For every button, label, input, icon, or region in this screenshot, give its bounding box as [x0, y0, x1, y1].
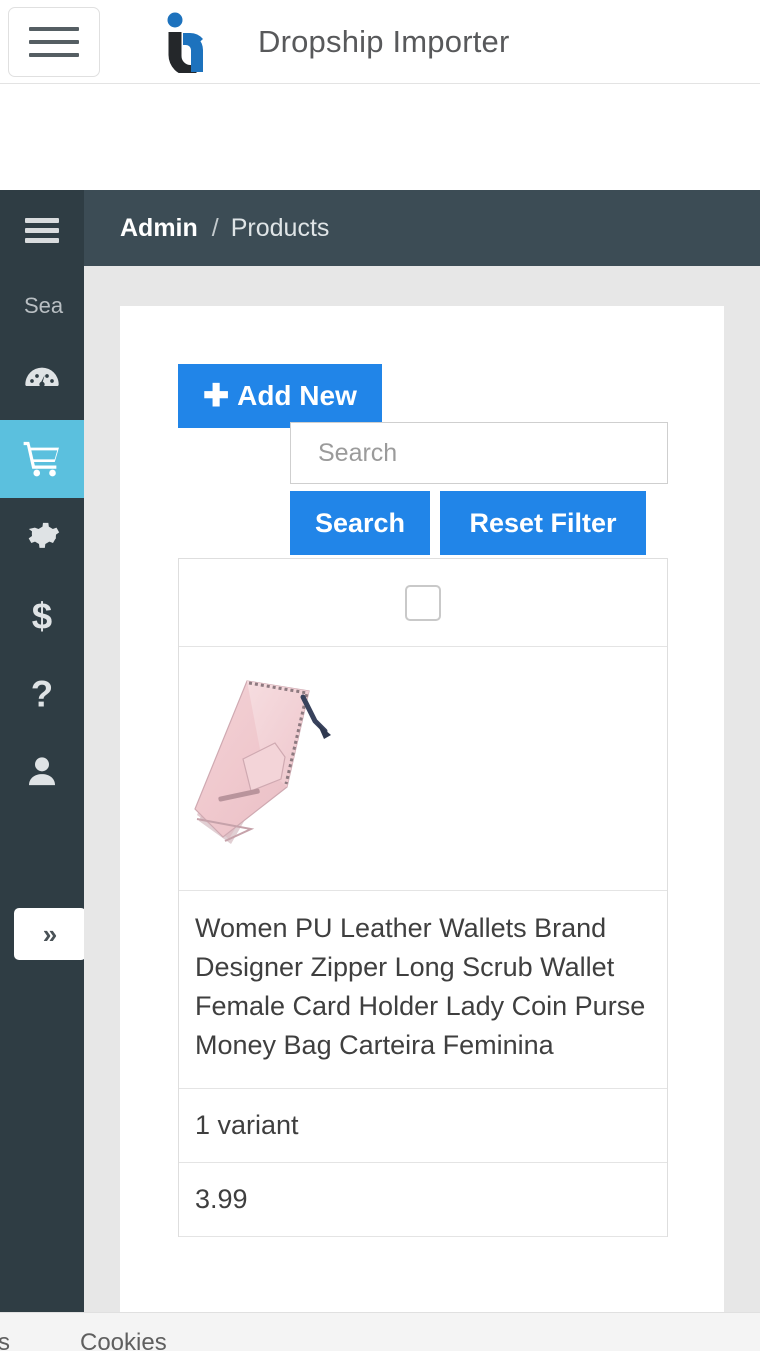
hamburger-icon-bar [25, 237, 59, 243]
sidebar-search-input[interactable]: Sea [0, 270, 84, 342]
dashboard-gauge-icon [22, 361, 62, 401]
sidebar-expand-button[interactable]: » [14, 908, 84, 960]
search-button[interactable]: Search [290, 491, 430, 555]
footer-cookies-link[interactable]: Cookies [80, 1329, 167, 1351]
products-panel: ✚ Add New Search Reset Filter [120, 306, 724, 1312]
svg-text:$: $ [32, 595, 52, 635]
table-row-product-price: 3.99 [179, 1162, 667, 1237]
header-menu-button[interactable] [8, 6, 100, 77]
add-new-button[interactable]: ✚ Add New [178, 364, 382, 428]
app-header: Dropship Importer [0, 0, 760, 84]
sidebar-item-dashboard[interactable] [0, 342, 84, 420]
gear-icon [22, 517, 62, 557]
footer-bar: its Cookies [0, 1312, 760, 1351]
table-row-product-title: Women PU Leather Wallets Brand Designer … [179, 891, 667, 1089]
products-table: Women PU Leather Wallets Brand Designer … [178, 558, 668, 1237]
hamburger-icon-bar [29, 39, 79, 44]
sidebar-toggle-button[interactable] [0, 190, 84, 270]
header-spacer [0, 84, 760, 190]
table-row-product-variants: 1 variant [179, 1088, 667, 1163]
reset-filter-button[interactable]: Reset Filter [440, 491, 646, 555]
table-header-row [179, 559, 667, 647]
app-title: Dropship Importer [258, 23, 510, 59]
main-content: Admin / Products ✚ Add New Search Reset … [84, 190, 760, 1312]
user-icon [22, 751, 62, 791]
breadcrumb-separator: / [211, 213, 219, 242]
svg-text:?: ? [31, 673, 53, 713]
breadcrumb-item-admin[interactable]: Admin [120, 214, 198, 243]
sidebar-item-products[interactable] [0, 420, 84, 498]
sidebar-item-help[interactable]: ? [0, 654, 84, 732]
sidebar: Sea $ ? » [0, 190, 84, 1312]
hamburger-icon-bar [29, 52, 79, 57]
search-input[interactable] [290, 422, 668, 484]
select-all-checkbox[interactable] [405, 584, 441, 621]
product-image-wallet [194, 679, 331, 844]
dollar-icon: $ [22, 595, 62, 635]
footer-credits-link[interactable]: its [0, 1329, 10, 1351]
table-row-product-image [179, 647, 667, 891]
shopping-cart-icon [21, 438, 63, 480]
hamburger-icon-bar [25, 227, 59, 233]
hamburger-icon-bar [25, 217, 59, 223]
plus-icon: ✚ [203, 377, 230, 413]
question-mark-icon: ? [22, 673, 62, 713]
hamburger-icon-bar [29, 26, 79, 31]
sidebar-item-billing[interactable]: $ [0, 576, 84, 654]
breadcrumb: Admin / Products [84, 190, 760, 266]
products-toolbar: ✚ Add New Search Reset Filter [120, 306, 724, 555]
hamburger-icon [25, 217, 59, 243]
add-new-label: Add New [237, 380, 357, 411]
app-shell: Sea $ ? » Admin / Products ✚ Add New Sea… [0, 190, 760, 1312]
sidebar-item-settings[interactable] [0, 498, 84, 576]
sidebar-expand-wrapper: » [14, 908, 84, 960]
ia-brand-logo-icon [162, 11, 220, 76]
breadcrumb-item-products[interactable]: Products [231, 214, 330, 243]
sidebar-item-account[interactable] [0, 732, 84, 810]
